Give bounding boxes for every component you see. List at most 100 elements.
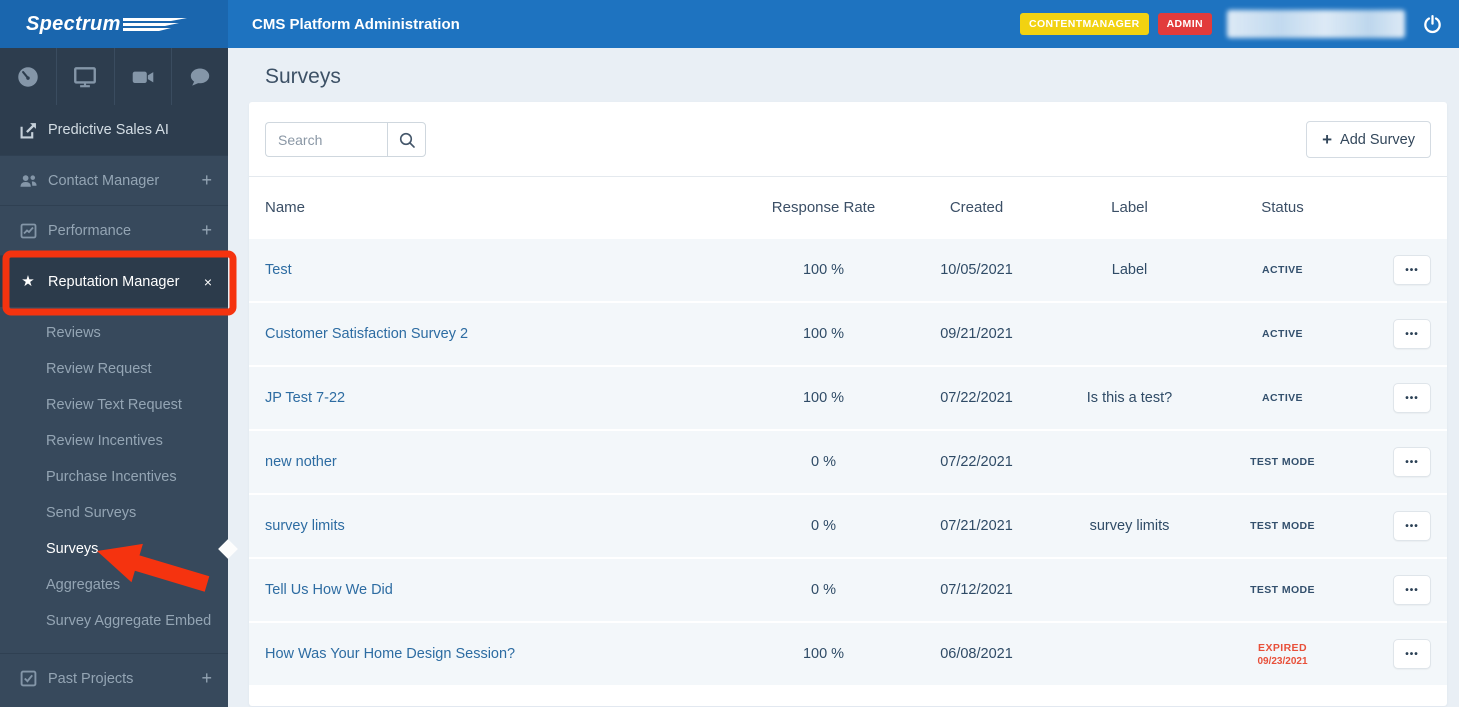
created-date: 07/22/2021 [940,454,1013,470]
status-expiry-date: 09/23/2021 [1257,655,1308,667]
created-date: 06/08/2021 [940,646,1013,662]
survey-label: Label [1111,262,1148,278]
column-header-response-rate[interactable]: Response Rate [747,199,900,216]
table-row: Test 100 % 10/05/2021 Label ACTIVE ••• [249,237,1447,301]
expand-plus-icon[interactable]: + [201,170,212,191]
sidebar-item-reviews[interactable]: Reviews [0,315,228,351]
search-input[interactable] [265,122,387,157]
app-title: CMS Platform Administration [252,15,460,33]
sidebar-item-send-surveys[interactable]: Send Surveys [0,495,228,531]
row-actions: ••• [1359,511,1431,541]
survey-name-link[interactable]: Test [265,262,747,278]
sidebar-item-review-request[interactable]: Review Request [0,351,228,387]
row-menu-button[interactable]: ••• [1393,511,1431,541]
logout-power-button[interactable] [1420,12,1445,37]
admin-badge: ADMIN [1157,13,1212,35]
status-cell: ACTIVE [1206,392,1359,404]
sidebar-item-label: Contact Manager [48,172,160,189]
top-bar: Spectrum CMS Platform Administration CON… [0,0,1459,48]
sidebar-item-label: Reviews [46,325,101,341]
sidebar-item-aggregates[interactable]: Aggregates [0,567,228,603]
users-icon [18,173,38,189]
column-header-created[interactable]: Created [900,199,1053,216]
chat-bubble-icon[interactable] [172,48,228,105]
chart-line-icon [18,223,38,239]
search-icon [399,132,415,148]
sidebar-item-label: Aggregates [46,577,121,593]
created-date: 07/12/2021 [940,582,1013,598]
sidebar-item-predictive-sales-ai[interactable]: Predictive Sales AI [0,105,228,155]
survey-name-link[interactable]: Tell Us How We Did [265,582,747,598]
sidebar-item-review-text-request[interactable]: Review Text Request [0,387,228,423]
survey-label: Is this a test? [1086,390,1173,406]
created-date: 09/21/2021 [940,326,1013,342]
sidebar-item-label: Send Surveys [46,505,137,521]
search-group [265,122,426,157]
redacted-username [1227,10,1405,38]
response-rate-value: 100 % [802,262,845,278]
survey-name-link[interactable]: Customer Satisfaction Survey 2 [265,326,747,342]
row-menu-button[interactable]: ••• [1393,319,1431,349]
sidebar-item-surveys[interactable]: Surveys [0,531,238,567]
search-button[interactable] [387,122,426,157]
sidebar-item-past-projects[interactable]: Past Projects + [0,653,228,703]
response-rate-value: 100 % [802,646,845,662]
status-badge: ACTIVE [1262,264,1303,276]
status-cell: ACTIVE [1206,328,1359,340]
check-square-icon [18,670,38,687]
reputation-manager-submenu: Reviews Review Request Review Text Reque… [0,307,238,653]
status-badge: TEST MODE [1250,584,1315,596]
sidebar-item-contact-manager[interactable]: Contact Manager + [0,155,228,205]
video-camera-icon[interactable] [115,48,172,105]
status-badge: TEST MODE [1250,520,1315,532]
sidebar-item-performance[interactable]: Performance + [0,205,228,255]
sidebar-item-label: Purchase Incentives [46,469,177,485]
table-row: new nother 0 % 07/22/2021 TEST MODE ••• [249,429,1447,493]
status-cell: ACTIVE [1206,264,1359,276]
survey-name-link[interactable]: How Was Your Home Design Session? [265,646,747,662]
table-toolbar: + Add Survey [249,102,1447,177]
sidebar-item-label: Performance [48,222,132,239]
row-actions: ••• [1359,639,1431,669]
survey-name-link[interactable]: survey limits [265,518,747,534]
add-survey-button[interactable]: + Add Survey [1306,121,1431,158]
column-header-status[interactable]: Status [1206,199,1359,216]
sidebar-item-review-incentives[interactable]: Review Incentives [0,423,228,459]
response-rate-value: 0 % [811,582,836,598]
expand-plus-icon[interactable]: + [201,668,212,689]
row-menu-button[interactable]: ••• [1393,575,1431,605]
row-menu-button[interactable]: ••• [1393,639,1431,669]
row-actions: ••• [1359,383,1431,413]
column-header-label[interactable]: Label [1053,199,1206,216]
survey-name-link[interactable]: JP Test 7-22 [265,390,747,406]
survey-label: survey limits [1089,518,1170,534]
expand-plus-icon[interactable]: + [201,220,212,241]
sidebar-item-survey-aggregate-embed[interactable]: Survey Aggregate Embed [0,603,228,639]
survey-name-link[interactable]: new nother [265,454,747,470]
main-content: Surveys + Add Survey Name Response Rate … [228,48,1459,707]
column-header-name[interactable]: Name [265,199,747,216]
collapse-x-icon[interactable]: × [204,274,212,290]
ellipsis-icon: ••• [1405,264,1419,276]
response-rate-value: 100 % [802,390,845,406]
sidebar-item-purchase-incentives[interactable]: Purchase Incentives [0,459,228,495]
table-row: JP Test 7-22 100 % 07/22/2021 Is this a … [249,365,1447,429]
sidebar-item-label: Predictive Sales AI [48,122,169,138]
row-menu-button[interactable]: ••• [1393,255,1431,285]
status-badge: EXPIRED [1258,641,1307,654]
sidebar-item-reputation-manager[interactable]: ★ Reputation Manager × [0,255,228,307]
logo-area: Spectrum [0,0,228,48]
ellipsis-icon: ••• [1405,584,1419,596]
status-badge: ACTIVE [1262,392,1303,404]
row-actions: ••• [1359,575,1431,605]
created-date: 07/21/2021 [940,518,1013,534]
sidebar-item-label: Review Incentives [46,433,163,449]
sidebar-item-label: Survey Aggregate Embed [46,613,212,629]
monitor-icon[interactable] [57,48,115,105]
row-menu-button[interactable]: ••• [1393,383,1431,413]
gauge-icon[interactable] [0,48,58,105]
sidebar-item-label: Review Request [46,361,152,377]
table-row: Tell Us How We Did 0 % 07/12/2021 TEST M… [249,557,1447,621]
row-menu-button[interactable]: ••• [1393,447,1431,477]
plus-icon: + [1322,130,1333,149]
